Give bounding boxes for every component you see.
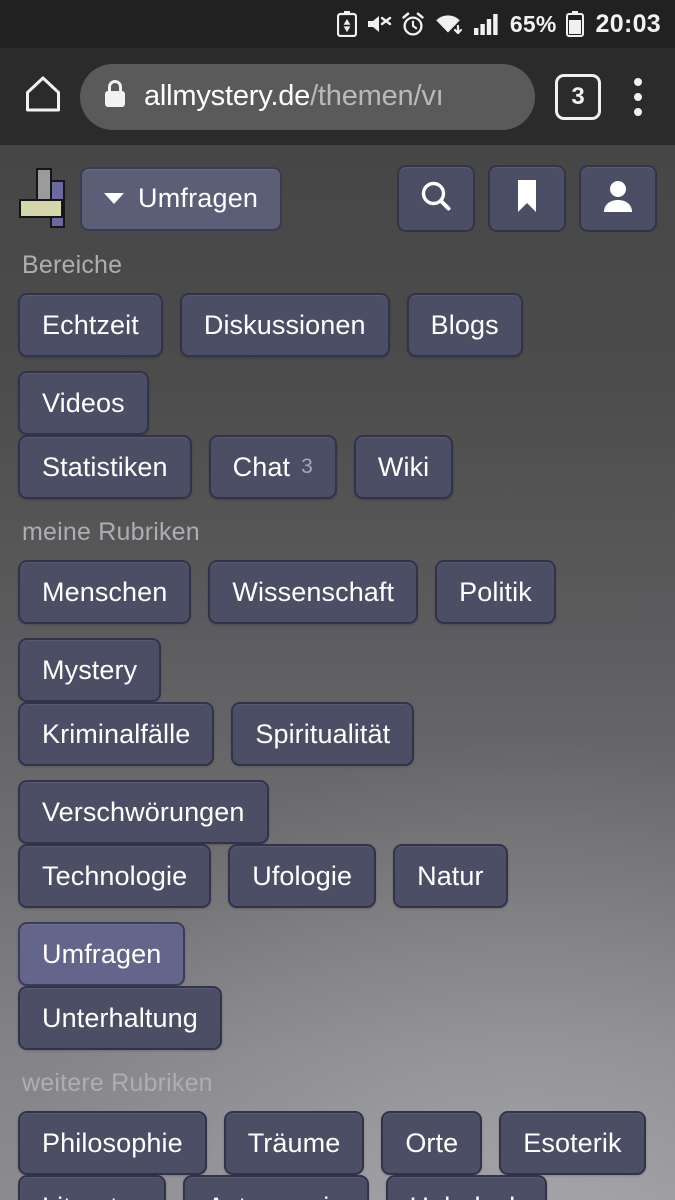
search-button[interactable]: [397, 165, 475, 232]
chip-label: Esoterik: [523, 1127, 622, 1158]
battery-saver-icon: [336, 11, 357, 37]
category-dropdown-label: Umfragen: [138, 183, 259, 213]
browser-toolbar: allmystery.de/themen/vı 3: [0, 48, 675, 145]
chip-row: LiteraturAstronomieHelpdeskGruppen: [18, 1175, 675, 1200]
chip-label: Wissenschaft: [232, 576, 395, 607]
chip-label: Politik: [459, 576, 532, 607]
page-content: Umfragen Bereiche Echtzeit Diskussionen Blo…: [0, 145, 675, 1200]
category-chip-chat[interactable]: Chat 3: [208, 435, 337, 499]
category-chip-wiki[interactable]: Wiki: [353, 435, 454, 499]
chip-count-badge: 3: [301, 455, 313, 478]
chip-label: Mystery: [42, 654, 138, 685]
chip-label: Helpdesk: [410, 1192, 523, 1200]
category-chip-natur[interactable]: Natur: [393, 844, 508, 908]
home-icon: [23, 75, 63, 118]
category-chip-orte[interactable]: Orte: [381, 1111, 483, 1175]
chip-label: Literatur: [42, 1192, 142, 1200]
overflow-menu-button[interactable]: [613, 66, 663, 128]
search-icon: [418, 178, 454, 219]
chip-label: Echtzeit: [42, 309, 139, 340]
category-chip-diskussionen[interactable]: Diskussionen: [179, 293, 390, 357]
url-text: allmystery.de/themen/vı: [144, 80, 443, 113]
site-header: Umfragen: [18, 145, 675, 232]
category-chip-philosophie[interactable]: Philosophie: [18, 1111, 207, 1175]
category-chip-astronomie[interactable]: Astronomie: [182, 1175, 369, 1200]
chip-label: Chat: [232, 451, 291, 482]
category-chip-kriminalf-lle[interactable]: Kriminalfälle: [18, 702, 215, 766]
category-chip-politik[interactable]: Politik: [435, 560, 556, 624]
chip-label: Philosophie: [42, 1127, 183, 1158]
category-chip-menschen[interactable]: Menschen: [18, 560, 192, 624]
chip-label: Ufologie: [252, 860, 353, 891]
wifi-icon: [434, 12, 464, 36]
chevron-down-icon: [104, 193, 124, 204]
category-chip-blogs[interactable]: Blogs: [406, 293, 523, 357]
url-path: /themen/vı: [310, 80, 444, 112]
chip-label: Unterhaltung: [42, 1002, 198, 1033]
chip-row: Technologie Ufologie Natur Umfragen: [18, 844, 675, 986]
chip-label: Menschen: [42, 576, 168, 607]
chip-label: Wiki: [377, 451, 430, 482]
chip-label: Verschwörungen: [42, 796, 245, 827]
header-actions: [397, 165, 657, 232]
tab-switcher-button[interactable]: 3: [555, 73, 601, 120]
category-dropdown-button[interactable]: Umfragen: [80, 166, 283, 231]
clock-label: 20:03: [595, 9, 661, 38]
volume-mute-icon: [366, 12, 392, 36]
home-button[interactable]: [12, 66, 74, 128]
category-sections: Bereiche Echtzeit Diskussionen Blogs Videos S…: [18, 251, 675, 1200]
url-host: allmystery.de: [144, 80, 311, 112]
section-label: meine Rubriken: [22, 518, 200, 546]
chip-label: Diskussionen: [203, 309, 366, 340]
battery-icon: [565, 11, 584, 37]
cellular-signal-icon: [473, 12, 501, 36]
chip-label: Astronomie: [207, 1192, 345, 1200]
status-bar: 65% 20:03: [0, 0, 675, 48]
section-label: Bereiche: [22, 251, 123, 279]
category-chip-umfragen[interactable]: Umfragen: [18, 922, 186, 986]
category-chip-tr-ume[interactable]: Träume: [223, 1111, 365, 1175]
category-chip-statistiken[interactable]: Statistiken: [18, 435, 192, 499]
alarm-icon: [401, 12, 425, 37]
category-chip-echtzeit[interactable]: Echtzeit: [18, 293, 163, 357]
chip-label: Umfragen: [42, 938, 162, 969]
category-chip-technologie[interactable]: Technologie: [18, 844, 212, 908]
logo-bar-beige: [19, 198, 63, 218]
chip-row: Philosophie Träume Orte Esoterik: [18, 1111, 675, 1175]
profile-button[interactable]: [579, 165, 657, 232]
chip-label: Natur: [417, 860, 484, 891]
chip-label: Kriminalfälle: [42, 718, 191, 749]
chip-row: Kriminalfälle Spiritualität Verschwörungen: [18, 702, 675, 844]
overflow-menu-icon: [634, 77, 642, 86]
chip-row: Menschen Wissenschaft Politik Mystery: [18, 560, 675, 702]
category-chip-esoterik[interactable]: Esoterik: [499, 1111, 646, 1175]
chip-label: Videos: [42, 387, 125, 418]
bookmarks-button[interactable]: [488, 165, 566, 232]
category-chip-spiritualit-t[interactable]: Spiritualität: [231, 702, 415, 766]
chip-label: Technologie: [42, 860, 188, 891]
category-chip-unterhaltung[interactable]: Unterhaltung: [18, 986, 222, 1050]
category-chip-videos[interactable]: Videos: [18, 371, 149, 435]
battery-percent-label: 65%: [509, 10, 557, 37]
chip-row: Unterhaltung: [18, 986, 675, 1050]
category-chip-literatur[interactable]: Literatur: [18, 1175, 166, 1200]
chip-label: Statistiken: [42, 451, 168, 482]
section-label: weitere Rubriken: [22, 1069, 213, 1097]
user-icon: [601, 178, 635, 219]
chip-row: Echtzeit Diskussionen Blogs Videos: [18, 293, 675, 435]
chip-label: Träume: [247, 1127, 341, 1158]
chip-label: Orte: [405, 1127, 459, 1158]
bookmark-icon: [514, 178, 540, 219]
category-chip-mystery[interactable]: Mystery: [18, 638, 162, 702]
lock-icon: [102, 78, 128, 115]
chip-row: Statistiken Chat 3 Wiki: [18, 435, 675, 499]
category-chip-wissenschaft[interactable]: Wissenschaft: [208, 560, 419, 624]
category-chip-verschw-rungen[interactable]: Verschwörungen: [18, 780, 269, 844]
chip-label: Spiritualität: [255, 718, 391, 749]
address-bar[interactable]: allmystery.de/themen/vı: [80, 63, 535, 130]
allmystery-logo[interactable]: [18, 166, 66, 232]
chip-label: Blogs: [430, 309, 499, 340]
category-chip-ufologie[interactable]: Ufologie: [228, 844, 377, 908]
category-chip-helpdesk[interactable]: Helpdesk: [385, 1175, 547, 1200]
